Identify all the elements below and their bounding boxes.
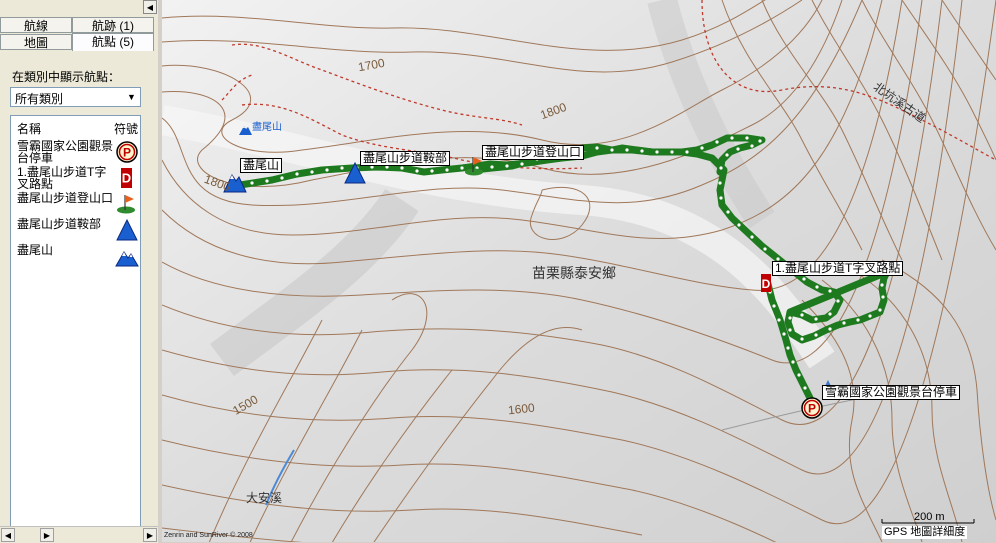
horizontal-scrollbar[interactable]: ◀ ▶ ▶ [0,526,158,543]
waypoint-panel: 航線 航跡 (1) 地圖 航點 (5) 在類別中顯示航點： 所有類別 ▼ 名稱 … [0,0,158,543]
map-detail-label[interactable]: GPS 地圖詳細度 [882,526,968,539]
waypoint-label-junction[interactable]: 1.盡尾山步道T字叉路點 [772,261,904,276]
svg-text:D: D [122,171,131,186]
list-item[interactable]: 1.盡尾山步道T字叉路點 D [17,166,139,192]
list-item[interactable]: 盡尾山步道鞍部 [17,218,139,244]
scale-label: 200 m [914,511,945,523]
tab-tracks[interactable]: 航跡 (1) [72,17,154,33]
region-label: 苗栗縣泰安鄉 [532,265,616,281]
svg-text:P: P [808,402,816,416]
list-item[interactable]: 盡尾山 [17,244,139,270]
copyright-label: Zenrin and SunRiver © 2008 [164,532,253,539]
parking-icon: P [116,141,138,163]
tab-routes[interactable]: 航線 [0,17,72,33]
collapse-panel-button[interactable]: ◀ [143,0,157,14]
waypoint-name: 盡尾山步道登山口 [17,191,114,205]
peak-label: 盡尾山 [252,122,282,133]
svg-text:D: D [762,277,771,291]
trailhead-icon [117,195,135,214]
blue-triangle-icon [116,218,138,241]
scroll-left-icon[interactable]: ◀ [1,528,15,542]
flag-d-icon[interactable]: D [761,274,771,292]
waypoint-label-saddle[interactable]: 盡尾山步道鞍部 [360,151,451,166]
list-item[interactable]: 雪霸國家公園觀景台停車 P [17,140,139,166]
waypoint-list: 名稱 符號 雪霸國家公園觀景台停車 P 1.盡尾山步道T字叉路點 D 盡尾山步道… [10,115,141,528]
tab-map[interactable]: 地圖 [0,34,72,50]
flag-d-icon: D [121,168,132,188]
svg-text:P: P [123,146,131,160]
col-symbol-header: 符號 [114,122,139,136]
scroll-right-end-icon[interactable]: ▶ [143,528,157,542]
waypoint-name: 雪霸國家公園觀景台停車 [17,139,114,165]
category-select[interactable]: 所有類別 ▼ [10,87,141,107]
tab-waypoints[interactable]: 航點 (5) [72,33,154,51]
scroll-right-icon[interactable]: ▶ [40,528,54,542]
category-selected: 所有類別 [15,92,64,106]
list-item[interactable]: 盡尾山步道登山口 [17,192,139,218]
summit-icon [115,251,139,267]
chevron-down-icon[interactable]: ▼ [123,88,140,106]
category-label: 在類別中顯示航點： [12,70,121,84]
waypoint-label-parking[interactable]: 雪霸國家公園觀景台停車 [822,385,961,400]
waypoint-name: 盡尾山 [17,243,54,257]
stream-label: 大安溪 [246,491,283,505]
waypoint-label-trailhead[interactable]: 盡尾山步道登山口 [482,145,585,160]
waypoint-name: 1.盡尾山步道T字叉路點 [17,165,107,191]
waypoint-label-summit[interactable]: 盡尾山 [240,158,283,173]
waypoint-name: 盡尾山步道鞍部 [17,217,102,231]
map-view[interactable]: D P 1700 1800 1800 1500 1600 北坑溪古道 苗栗縣泰安… [162,0,996,542]
col-name-header: 名稱 [17,122,42,136]
parking-icon[interactable]: P [801,397,823,419]
contour-label: 1600 [507,400,536,418]
